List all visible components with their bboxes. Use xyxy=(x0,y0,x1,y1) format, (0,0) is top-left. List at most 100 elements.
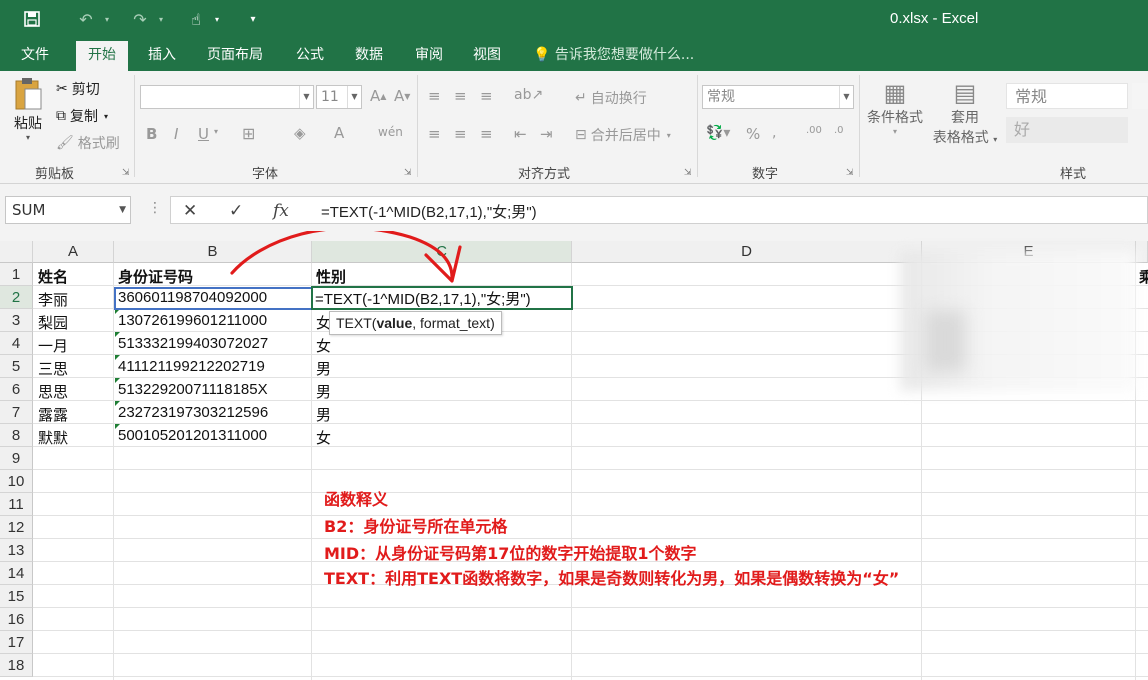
number-launcher-icon[interactable]: ⇲ xyxy=(846,168,854,178)
decrease-font-icon[interactable]: A ▼ xyxy=(394,87,410,105)
customize-qat-icon[interactable]: ▾ xyxy=(246,7,260,31)
font-color-icon[interactable]: A xyxy=(334,124,344,142)
alignment-launcher-icon[interactable]: ⇲ xyxy=(684,168,692,178)
align-bottom-icon[interactable]: ≡ xyxy=(480,87,493,105)
row-header[interactable]: 9 xyxy=(0,447,33,470)
tab-data[interactable]: 数据 xyxy=(355,44,383,68)
format-as-table-button[interactable]: ▤ 套用 表格格式 ▾ xyxy=(928,79,1002,147)
row-header[interactable]: 7 xyxy=(0,401,33,424)
cell-gender[interactable]: 男 xyxy=(316,404,331,425)
touch-dropdown-icon[interactable]: ▾ xyxy=(212,7,222,31)
underline-icon[interactable]: U xyxy=(198,125,209,143)
cell-id-number[interactable]: 411121199212202719 xyxy=(118,358,265,375)
undo-icon[interactable]: ↶ xyxy=(74,7,98,31)
tab-view[interactable]: 视图 xyxy=(473,44,501,68)
bold-icon[interactable]: B xyxy=(146,125,157,143)
row-header[interactable]: 14 xyxy=(0,562,33,585)
comma-style-icon[interactable]: , xyxy=(772,125,776,141)
cell-gender[interactable]: 女 xyxy=(316,427,331,448)
tell-me-search[interactable]: 💡 告诉我您想要做什么... xyxy=(533,44,694,64)
cell-name[interactable]: 三思 xyxy=(38,358,68,379)
phonetic-icon[interactable]: wén xyxy=(378,125,403,139)
align-left-icon[interactable]: ≡ xyxy=(428,125,441,143)
cell-name[interactable]: 露露 xyxy=(38,404,68,425)
cancel-icon[interactable]: ✕ xyxy=(183,201,197,221)
align-middle-icon[interactable]: ≡ xyxy=(454,87,467,105)
redo-dropdown-icon[interactable]: ▾ xyxy=(156,7,166,31)
row-header[interactable]: 6 xyxy=(0,378,33,401)
row-header[interactable]: 12 xyxy=(0,516,33,539)
decrease-indent-icon[interactable]: ⇤ xyxy=(514,125,527,143)
align-right-icon[interactable]: ≡ xyxy=(480,125,493,143)
decrease-decimal-icon[interactable]: .0 xyxy=(834,125,844,136)
align-top-icon[interactable]: ≡ xyxy=(428,87,441,105)
font-name-combo[interactable]: ▼ xyxy=(140,85,314,109)
error-indicator-icon[interactable] xyxy=(115,355,120,360)
increase-decimal-icon[interactable]: .00 xyxy=(806,125,822,136)
error-indicator-icon[interactable] xyxy=(115,401,120,406)
undo-dropdown-icon[interactable]: ▾ xyxy=(102,7,112,31)
font-size-combo[interactable]: 11 ▼ xyxy=(316,85,362,109)
tab-home[interactable]: 开始 xyxy=(76,41,128,71)
orientation-icon[interactable]: ab↗ xyxy=(514,87,543,103)
row-header[interactable]: 5 xyxy=(0,355,33,378)
cell-id-number[interactable]: 500105201201311000 xyxy=(118,427,267,444)
tab-file[interactable]: 文件 xyxy=(21,44,49,68)
cell-id-number[interactable]: 51322920071118185X xyxy=(118,381,268,398)
error-indicator-icon[interactable] xyxy=(115,332,120,337)
align-center-icon[interactable]: ≡ xyxy=(454,125,467,143)
formula-text[interactable]: =TEXT(-1^MID(B2,17,1),"女;男") xyxy=(321,201,537,222)
cell-name[interactable]: 梨园 xyxy=(38,312,68,333)
row-header[interactable]: 4 xyxy=(0,332,33,355)
touch-mode-icon[interactable]: ☝ xyxy=(184,7,208,31)
clipboard-launcher-icon[interactable]: ⇲ xyxy=(122,168,130,178)
increase-font-icon[interactable]: A ▲ xyxy=(370,87,386,105)
format-painter-button[interactable]: 🖌 格式刷 xyxy=(56,133,120,153)
cell-gender[interactable]: 女 xyxy=(316,335,331,356)
border-icon[interactable]: ⊞ xyxy=(242,124,255,143)
name-box[interactable]: SUM ▼ xyxy=(5,196,131,224)
underline-dropdown-icon[interactable]: ▾ xyxy=(214,127,218,136)
wrap-text-button[interactable]: ↵ 自动换行 xyxy=(575,88,647,108)
tab-page-layout[interactable]: 页面布局 xyxy=(207,44,263,68)
fill-color-icon[interactable]: ◈ xyxy=(294,124,306,142)
style-good[interactable]: 好 xyxy=(1006,117,1128,143)
tab-review[interactable]: 审阅 xyxy=(415,44,443,68)
font-launcher-icon[interactable]: ⇲ xyxy=(404,168,412,178)
save-icon[interactable] xyxy=(20,7,44,31)
style-normal[interactable]: 常规 xyxy=(1006,83,1128,109)
error-indicator-icon[interactable] xyxy=(115,378,120,383)
cell-name[interactable]: 一月 xyxy=(38,335,68,356)
cell-name[interactable]: 默默 xyxy=(38,427,68,448)
style-gallery-next[interactable] xyxy=(1132,83,1148,109)
row-header[interactable]: 16 xyxy=(0,608,33,631)
insert-function-icon[interactable]: fx xyxy=(273,201,289,221)
italic-icon[interactable]: I xyxy=(174,125,178,143)
cell-id-number[interactable]: 232723197303212596 xyxy=(118,404,268,421)
cell-id-number[interactable]: 130726199601211000 xyxy=(118,312,267,329)
error-indicator-icon[interactable] xyxy=(115,424,120,429)
merge-center-button[interactable]: ⊟ 合并后居中 ▾ xyxy=(575,125,671,145)
formula-input-area[interactable]: ✕ ✓ fx =TEXT(-1^MID(B2,17,1),"女;男") xyxy=(170,196,1148,224)
enter-check-icon[interactable]: ✓ xyxy=(229,201,243,221)
conditional-format-button[interactable]: ▦ 条件格式 ▾ xyxy=(866,79,924,136)
row-header[interactable]: 10 xyxy=(0,470,33,493)
cut-button[interactable]: ✂ 剪切 xyxy=(56,79,100,99)
row-header[interactable]: 11 xyxy=(0,493,33,516)
tab-insert[interactable]: 插入 xyxy=(148,44,176,68)
row-header[interactable]: 18 xyxy=(0,654,33,677)
percent-icon[interactable]: % xyxy=(746,125,760,143)
copy-button[interactable]: ⧉ 复制 ▾ xyxy=(56,106,108,126)
function-tooltip[interactable]: TEXT(value, format_text) xyxy=(329,311,502,335)
row-header[interactable]: 15 xyxy=(0,585,33,608)
number-format-combo[interactable]: 常规 ▼ xyxy=(702,85,854,109)
redo-icon[interactable]: ↷ xyxy=(128,7,152,31)
row-header[interactable]: 17 xyxy=(0,631,33,654)
increase-indent-icon[interactable]: ⇥ xyxy=(540,125,553,143)
cell-id-number[interactable]: 513332199403072027 xyxy=(118,335,268,352)
row-header[interactable]: 3 xyxy=(0,309,33,332)
currency-icon[interactable]: 💱▾ xyxy=(706,125,730,141)
tab-formulas[interactable]: 公式 xyxy=(296,44,324,68)
cell-name[interactable]: 思思 xyxy=(38,381,68,402)
row-header[interactable]: 8 xyxy=(0,424,33,447)
